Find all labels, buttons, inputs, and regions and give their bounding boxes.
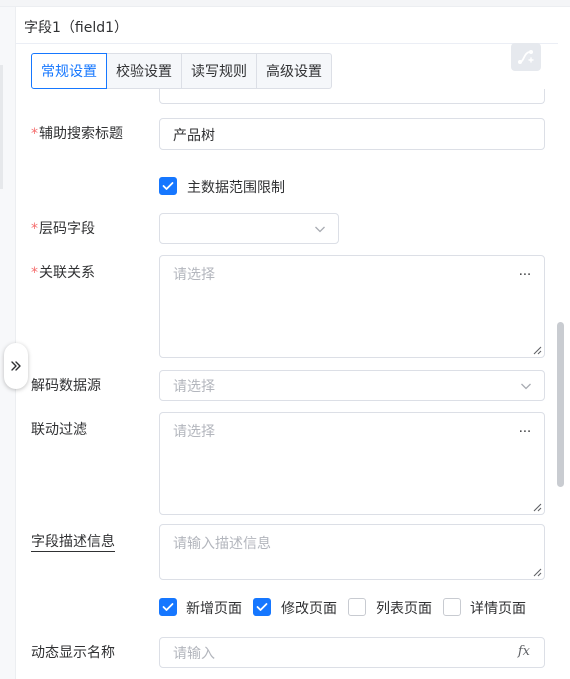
label-text: 联动过滤: [31, 422, 87, 438]
chevron-down-icon: [315, 226, 325, 233]
formula-icon[interactable]: fx: [518, 644, 530, 659]
decode-source-select[interactable]: 请选择: [159, 370, 545, 401]
settings-tabs: 常规设置 校验设置 读写规则 高级设置: [31, 53, 332, 89]
decode-source-label: 解码数据源: [31, 375, 101, 395]
page-detail-label: 详情页面: [470, 601, 526, 617]
linkage-filter-textarea[interactable]: 请选择 ···: [159, 412, 545, 515]
relation-textarea[interactable]: 请选择 ···: [159, 255, 545, 358]
connector-icon: [518, 50, 534, 64]
label-text: 动态显示名称: [31, 645, 115, 661]
scrollbar-thumb[interactable]: [557, 322, 564, 487]
previous-field-input[interactable]: [159, 89, 545, 104]
chevron-down-icon: [521, 383, 531, 390]
page-add-label: 新增页面: [186, 601, 242, 617]
check-icon: [162, 182, 174, 190]
left-rail-mark: [0, 65, 3, 189]
aux-search-title-label: *辅助搜索标题: [31, 123, 123, 143]
more-icon[interactable]: ···: [507, 414, 543, 450]
resize-handle-icon[interactable]: [532, 502, 542, 512]
placeholder: 请选择: [173, 379, 215, 395]
linkage-filter-label: 联动过滤: [31, 419, 87, 439]
level-code-field-label: *层码字段: [31, 218, 95, 238]
page-list-checkbox[interactable]: [348, 598, 366, 616]
check-icon: [162, 603, 174, 611]
panel-title: 字段1（field1）: [24, 20, 129, 36]
required-mark: *: [31, 265, 38, 281]
page-add-checkbox[interactable]: [159, 598, 177, 616]
required-mark: *: [31, 221, 38, 237]
level-code-field-select[interactable]: [159, 213, 339, 244]
tab-read-write[interactable]: 读写规则: [181, 53, 257, 89]
required-mark: *: [31, 126, 38, 142]
page-edit-checkbox[interactable]: [253, 598, 271, 616]
page-list-label: 列表页面: [376, 601, 432, 617]
tab-validation[interactable]: 校验设置: [106, 53, 182, 89]
relation-label: *关联关系: [31, 262, 95, 282]
page-detail-checkbox[interactable]: [443, 598, 461, 616]
input-value: 产品树: [173, 128, 215, 144]
placeholder: 请选择: [173, 424, 215, 440]
label-text: 层码字段: [39, 221, 95, 237]
resize-handle-icon[interactable]: [532, 567, 542, 577]
title-divider: [16, 43, 558, 44]
top-strip: [0, 0, 570, 7]
master-data-range-label: 主数据范围限制: [187, 180, 285, 196]
field-desc-label: 字段描述信息: [31, 531, 115, 552]
label-text: 辅助搜索标题: [39, 126, 123, 142]
connector-button[interactable]: [511, 43, 541, 71]
placeholder: 请输入: [173, 646, 215, 662]
placeholder: 请输入描述信息: [173, 536, 271, 552]
tab-general[interactable]: 常规设置: [31, 53, 107, 89]
aux-search-title-input[interactable]: 产品树: [159, 118, 545, 150]
field-desc-textarea[interactable]: 请输入描述信息: [159, 524, 545, 580]
label-text: 解码数据源: [31, 378, 101, 394]
page-edit-label: 修改页面: [281, 601, 337, 617]
collapse-button[interactable]: [4, 343, 28, 389]
dynamic-name-input[interactable]: 请输入 fx: [159, 637, 545, 668]
master-data-range-checkbox[interactable]: [159, 177, 177, 195]
tab-advanced[interactable]: 高级设置: [256, 53, 332, 89]
dynamic-name-label: 动态显示名称: [31, 642, 115, 662]
label-text: 字段描述信息: [31, 534, 115, 552]
check-icon: [256, 603, 268, 611]
more-icon[interactable]: ···: [507, 257, 543, 293]
label-text: 关联关系: [39, 265, 95, 281]
double-chevron-right-icon: [11, 361, 21, 371]
placeholder: 请选择: [173, 267, 215, 283]
resize-handle-icon[interactable]: [532, 345, 542, 355]
